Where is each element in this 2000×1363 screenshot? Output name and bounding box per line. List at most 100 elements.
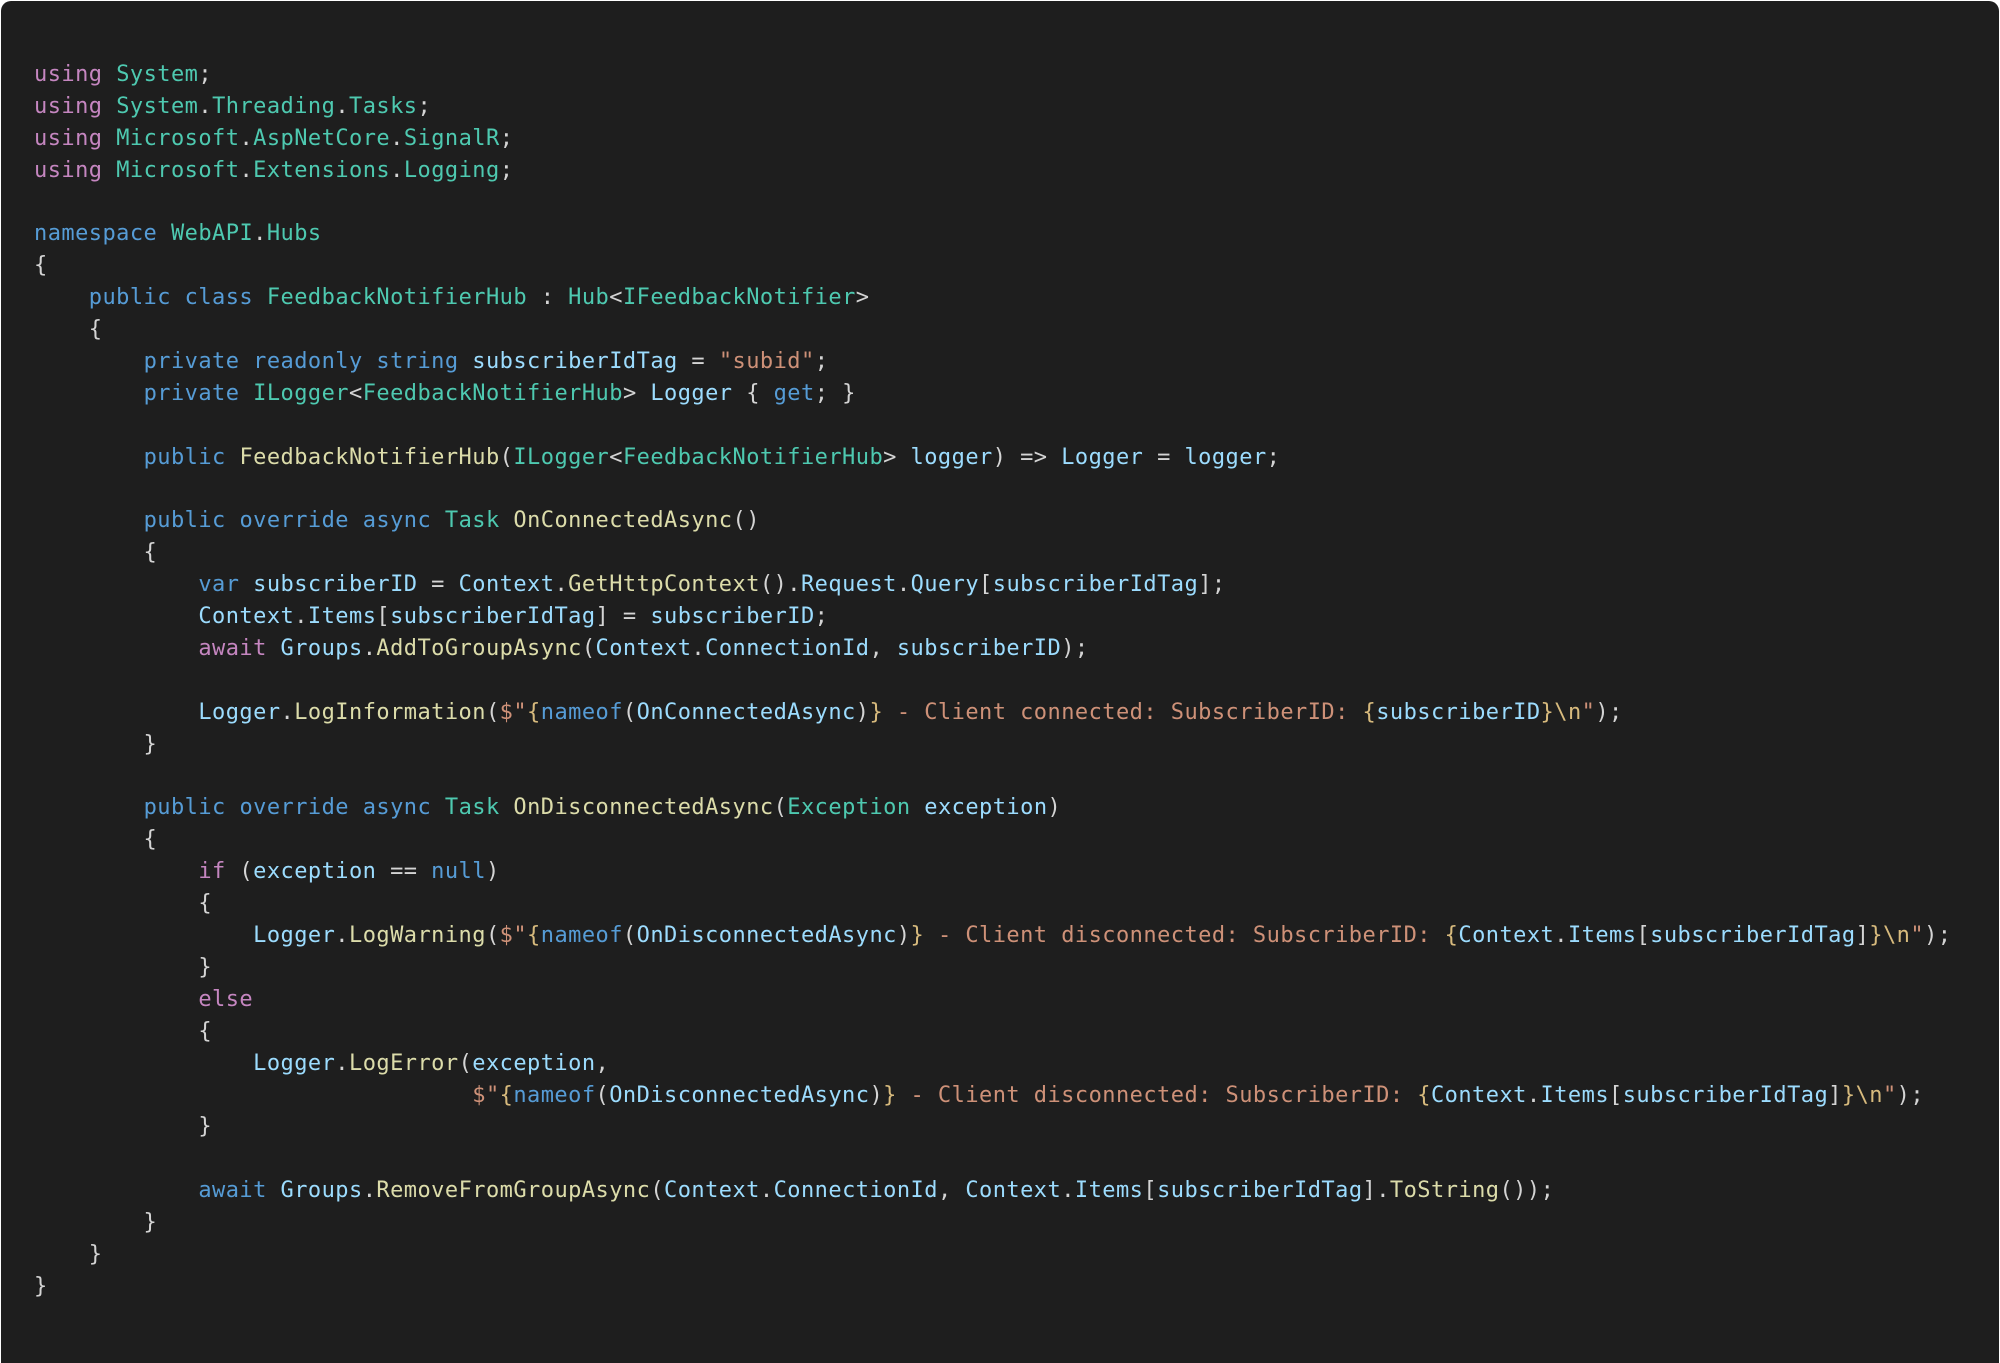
code-token: ": [1581, 699, 1596, 725]
code-token: - Client connected: SubscriberID:: [883, 699, 1363, 725]
code-token: public: [143, 508, 226, 534]
code-line: ​: [34, 665, 1951, 697]
code-token: OnDisconnectedAsync: [609, 1082, 870, 1108]
code-line: Logger.LogWarning($"{nameof(OnDisconnect…: [34, 920, 1951, 952]
code-token: FeedbackNotifierHub: [266, 285, 528, 311]
code-token: .: [759, 1178, 774, 1204]
code-token: namespace: [34, 221, 158, 247]
code-token: exception: [924, 795, 1048, 821]
code-token: (: [581, 636, 596, 662]
code-line: private ILogger<FeedbackNotifierHub> Log…: [34, 378, 1951, 410]
code-token: subscriberIdTag: [1157, 1178, 1363, 1204]
code-token: {: [34, 827, 158, 853]
code-token: subscriberID: [253, 572, 418, 598]
code-line: ​: [34, 187, 1951, 219]
code-token: Threading: [212, 93, 336, 119]
code-token: .: [390, 157, 404, 183]
code-token: FeedbackNotifierHub: [362, 380, 623, 406]
code-token: nameof: [513, 1082, 596, 1108]
code-token: System: [116, 93, 199, 119]
code-token: Context: [1458, 923, 1555, 949]
code-line: private readonly string subscriberIdTag …: [34, 346, 1951, 378]
code-token: string: [376, 349, 459, 375]
code-token: Task: [444, 795, 500, 821]
code-token: async: [362, 795, 432, 821]
code-token: var: [198, 572, 240, 598]
code-line: using Microsoft.AspNetCore.SignalR;: [34, 123, 1951, 155]
code-token: {: [34, 317, 103, 343]
code-token: ]: [1855, 923, 1870, 949]
code-line: Context.Items[subscriberIdTag] = subscri…: [34, 601, 1951, 633]
code-token: =: [417, 572, 459, 598]
code-token: using: [34, 93, 103, 119]
code-token: {: [527, 923, 541, 949]
code-token: (: [499, 444, 514, 470]
code-token: FeedbackNotifierHub: [239, 444, 500, 470]
code-token: ;: [499, 125, 514, 151]
code-token: LogWarning: [349, 923, 486, 949]
code-token: subscriberIdTag: [992, 572, 1199, 598]
code-line: }: [34, 952, 1951, 984]
code-token: Context: [664, 1178, 760, 1204]
code-token: $": [472, 1082, 500, 1108]
code-token: (: [773, 795, 788, 821]
code-line: {: [34, 824, 1951, 856]
code-token: ];: [1198, 572, 1226, 598]
code-token: ): [896, 923, 911, 949]
code-token: nameof: [540, 923, 623, 949]
code-token: IFeedbackNotifier: [622, 285, 856, 311]
code-token: }: [34, 731, 158, 757]
code-token: <: [349, 380, 363, 406]
code-token: "subid": [718, 349, 815, 375]
code-line: $"{nameof(OnDisconnectedAsync)} - Client…: [34, 1080, 1951, 1112]
code-token: subscriberIdTag: [1650, 923, 1856, 949]
code-line: using System;: [34, 59, 1951, 91]
code-token: Exception: [787, 795, 911, 821]
code-token: Items: [1074, 1178, 1144, 1204]
code-token: .: [239, 157, 254, 183]
code-line: {: [34, 888, 1951, 920]
code-token: [: [376, 604, 391, 630]
code-token: >: [883, 444, 911, 470]
code-token: AspNetCore: [253, 125, 391, 151]
code-line: }: [34, 729, 1951, 761]
code-token: .: [335, 923, 349, 949]
code-line: }: [34, 1239, 1951, 1271]
code-token: Tasks: [349, 93, 418, 119]
code-token: await: [198, 1178, 267, 1204]
code-token: (: [622, 699, 637, 725]
code-token: using: [34, 157, 103, 183]
code-line: }: [34, 1111, 1951, 1143]
code-line: ​: [34, 761, 1951, 793]
code-token: <: [609, 444, 623, 470]
code-token: FeedbackNotifierHub: [622, 444, 884, 470]
code-token: Microsoft: [116, 157, 240, 183]
code-token: {: [1417, 1082, 1431, 1108]
code-token: Hub: [568, 285, 610, 311]
code-token: ());: [1499, 1178, 1555, 1204]
code-token: subscriberIdTag: [1622, 1082, 1829, 1108]
code-token: {: [34, 891, 213, 917]
code-token: override: [239, 508, 349, 534]
code-token: .: [1554, 923, 1568, 949]
code-token: .: [896, 572, 911, 598]
code-token: public: [143, 444, 226, 470]
code-token: <: [609, 285, 623, 311]
code-block[interactable]: using System; using System.Threading.Task…: [34, 59, 1951, 1303]
code-token: public: [88, 285, 171, 311]
code-token: subscriberID: [1376, 699, 1541, 725]
code-token: LogInformation: [294, 699, 486, 725]
code-token: {: [732, 380, 774, 406]
